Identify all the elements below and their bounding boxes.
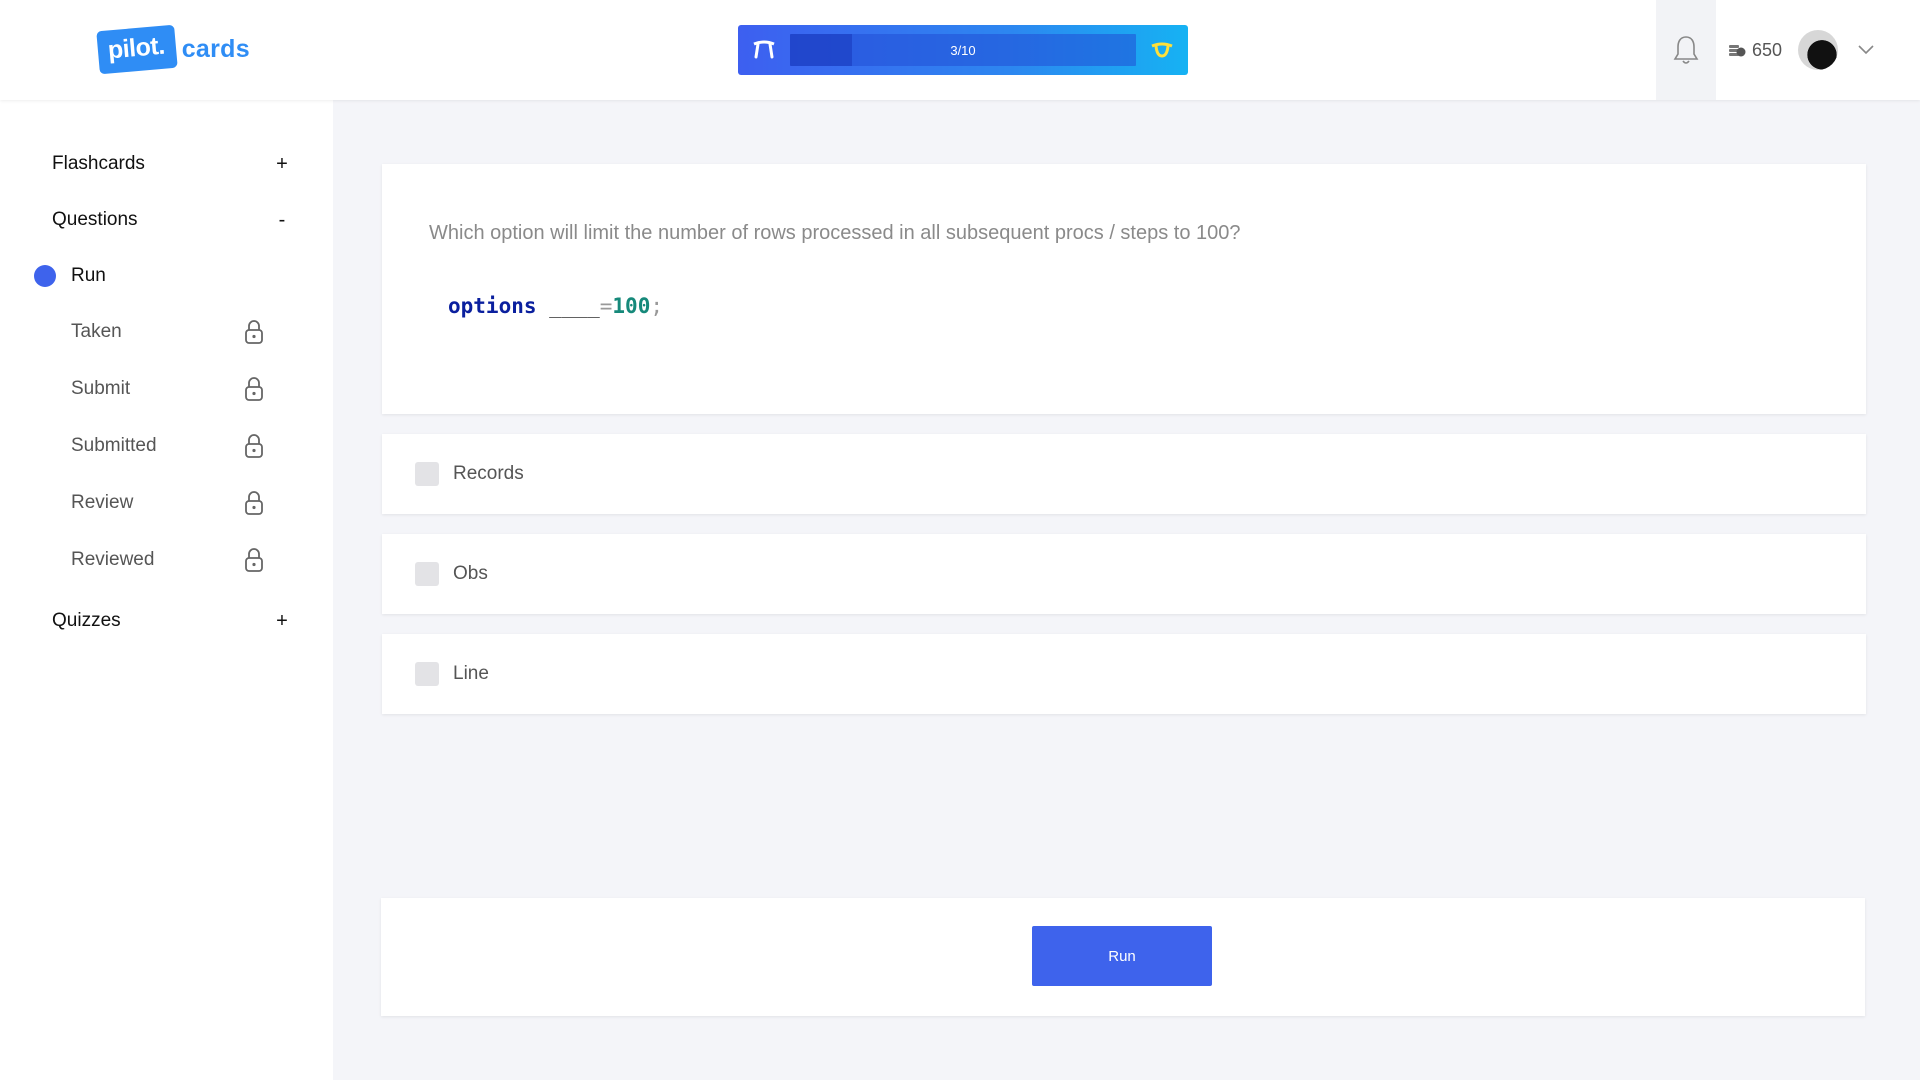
- sidebar-item-label: Review: [71, 492, 134, 513]
- sidebar-item-run[interactable]: Run: [34, 262, 106, 290]
- coins-icon: [1729, 45, 1746, 57]
- bell-icon: [1673, 36, 1699, 64]
- lock-icon: [242, 546, 266, 574]
- sidebar-item-label: Taken: [71, 321, 122, 342]
- question-text: Which option will limit the number of ro…: [429, 222, 1241, 244]
- sidebar-item-label: Submit: [71, 378, 131, 399]
- coin-balance: 650: [1728, 36, 1782, 64]
- pilot-cards-logo[interactable]: pilot. cards: [96, 24, 250, 74]
- section-label: Flashcards: [52, 153, 145, 174]
- option-label: Obs: [453, 563, 488, 584]
- question-progress-bar: 3/10: [738, 25, 1188, 75]
- answer-option-line[interactable]: Line: [382, 634, 1866, 714]
- expand-toggle[interactable]: +: [272, 610, 292, 633]
- coin-count: 650: [1752, 39, 1783, 60]
- active-dot-icon: [34, 265, 56, 287]
- sidebar-item-submitted[interactable]: Submitted: [71, 431, 266, 461]
- lock-icon: [242, 318, 266, 346]
- answer-option-obs[interactable]: Obs: [382, 534, 1866, 614]
- option-checkbox[interactable]: [415, 662, 439, 686]
- code-value: 100: [612, 294, 651, 318]
- lock-icon: [242, 489, 266, 517]
- code-keyword: options: [448, 294, 537, 318]
- sidebar-section-quizzes[interactable]: Quizzes +: [52, 607, 292, 635]
- sidebar-item-reviewed[interactable]: Reviewed: [71, 545, 266, 575]
- sidebar-item-label: Submitted: [71, 435, 157, 456]
- sidebar-section-flashcards[interactable]: Flashcards +: [52, 150, 292, 178]
- code-blank: ____: [549, 294, 600, 318]
- top-header: pilot. cards 3/10 650: [0, 0, 1920, 100]
- run-button[interactable]: Run: [1032, 926, 1212, 986]
- code-snippet: options ____=100;: [448, 294, 663, 318]
- sidebar-item-label: Reviewed: [71, 549, 155, 570]
- sidebar-section-questions[interactable]: Questions -: [52, 206, 292, 234]
- sidebar-item-review[interactable]: Review: [71, 488, 266, 518]
- lock-icon: [242, 432, 266, 460]
- action-bar: Run: [381, 898, 1865, 1016]
- question-card: Which option will limit the number of ro…: [382, 164, 1866, 414]
- collapse-toggle[interactable]: -: [272, 209, 292, 232]
- option-checkbox[interactable]: [415, 562, 439, 586]
- code-equals: =: [599, 294, 613, 318]
- section-label: Questions: [52, 209, 138, 230]
- sidebar-item-taken[interactable]: Taken: [71, 317, 266, 347]
- expand-toggle[interactable]: +: [272, 153, 292, 176]
- progress-label: 3/10: [950, 42, 976, 58]
- sidebar-item-label: Run: [71, 265, 106, 286]
- chevron-down-icon[interactable]: [1856, 40, 1876, 60]
- option-label: Line: [453, 663, 489, 684]
- option-label: Records: [453, 463, 524, 484]
- sidebar-item-submit[interactable]: Submit: [71, 374, 266, 404]
- avatar[interactable]: [1798, 30, 1838, 70]
- option-checkbox[interactable]: [415, 462, 439, 486]
- notifications-button[interactable]: [1656, 0, 1716, 100]
- answer-option-records[interactable]: Records: [382, 434, 1866, 514]
- code-semicolon: ;: [650, 294, 663, 318]
- sidebar: Flashcards + Questions - Run Taken Submi…: [0, 100, 333, 1080]
- horseshoe-end-icon: [1136, 25, 1188, 75]
- logo-badge: pilot.: [96, 24, 178, 74]
- logo-text: cards: [181, 34, 250, 63]
- progress-track: 3/10: [790, 34, 1136, 66]
- horseshoe-start-icon: [738, 25, 790, 75]
- section-label: Quizzes: [52, 610, 121, 631]
- lock-icon: [242, 375, 266, 403]
